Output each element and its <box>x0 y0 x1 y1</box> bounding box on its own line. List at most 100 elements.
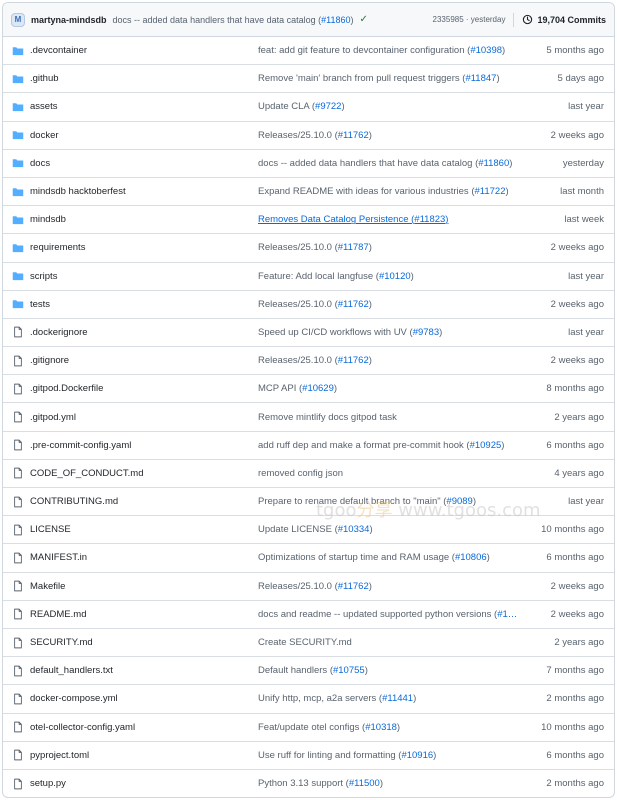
pr-link[interactable]: #10916 <box>401 750 433 761</box>
file-name-link[interactable]: pyproject.toml <box>30 750 89 761</box>
pr-link[interactable]: #10629 <box>302 383 334 394</box>
commit-age[interactable]: last month <box>560 186 604 197</box>
pr-link[interactable]: #11860 <box>478 158 509 169</box>
pr-link[interactable]: #11762 <box>338 299 369 310</box>
pr-link[interactable]: #11762 <box>338 355 369 366</box>
commit-age[interactable]: 2 months ago <box>546 693 604 704</box>
commit-message-link[interactable]: Speed up CI/CD workflows with UV (#9783) <box>258 327 543 338</box>
file-row[interactable]: setup.py Python 3.13 support (#11500) 2 mo… <box>3 770 614 797</box>
file-row[interactable]: MANIFEST.in Optimizations of startup time… <box>3 544 614 573</box>
commit-age[interactable]: 6 months ago <box>546 440 604 451</box>
pr-link[interactable]: #11762 <box>338 581 369 592</box>
file-row[interactable]: CODE_OF_CONDUCT.md removed config json 4 y… <box>3 460 614 488</box>
pr-link[interactable]: #11762 <box>338 130 369 141</box>
commit-age[interactable]: 2 weeks ago <box>551 609 604 620</box>
file-name-link[interactable]: tests <box>30 299 50 310</box>
commit-message-link[interactable]: Releases/25.10.0 (#11762) <box>258 299 543 310</box>
file-name-link[interactable]: .gitignore <box>30 355 69 366</box>
commit-age[interactable]: 4 years ago <box>554 468 604 479</box>
check-icon[interactable]: ✓ <box>360 14 368 25</box>
file-name-link[interactable]: Makefile <box>30 581 65 592</box>
file-name-link[interactable]: .gitpod.yml <box>30 412 76 423</box>
file-name-link[interactable]: setup.py <box>30 778 66 789</box>
commit-message-link[interactable]: Removes Data Catalog Persistence (#11823… <box>258 214 543 225</box>
file-name-link[interactable]: MANIFEST.in <box>30 552 87 563</box>
file-row[interactable]: assets Update CLA (#9722) last year <box>3 93 614 122</box>
file-row[interactable]: tests Releases/25.10.0 (#11762) 2 weeks ag… <box>3 291 614 319</box>
commit-message-link[interactable]: add ruff dep and make a format pre-commi… <box>258 440 543 451</box>
commit-age[interactable]: 10 months ago <box>541 524 604 535</box>
file-name-link[interactable]: assets <box>30 101 57 112</box>
file-row[interactable]: SECURITY.md Create SECURITY.md 2 years ago <box>3 629 614 658</box>
pr-link[interactable]: #1… <box>497 609 517 620</box>
file-name-link[interactable]: mindsdb hacktoberfest <box>30 186 126 197</box>
commit-author[interactable]: martyna-mindsdb <box>31 15 107 25</box>
file-name-link[interactable]: default_handlers.txt <box>30 665 113 676</box>
commit-message-link[interactable]: Use ruff for linting and formatting (#10… <box>258 750 543 761</box>
commit-message-link[interactable]: Remove 'main' branch from pull request t… <box>258 73 543 84</box>
pr-link[interactable]: #10755 <box>333 665 365 676</box>
commit-age[interactable]: 5 months ago <box>546 45 604 56</box>
commit-age[interactable]: 2 months ago <box>546 778 604 789</box>
file-row[interactable]: mindsdb hacktoberfest Expand README with … <box>3 178 614 207</box>
commit-age[interactable]: 2 weeks ago <box>551 130 604 141</box>
file-row[interactable]: pyproject.toml Use ruff for linting and f… <box>3 742 614 770</box>
pr-link[interactable]: #10925 <box>470 440 502 451</box>
commit-age[interactable]: 2 years ago <box>554 637 604 648</box>
file-name-link[interactable]: CONTRIBUTING.md <box>30 496 118 507</box>
pr-link[interactable]: #9783 <box>413 327 439 338</box>
file-row[interactable]: .gitignore Releases/25.10.0 (#11762) 2 wee… <box>3 347 614 376</box>
file-row[interactable]: .devcontainer feat: add git feature to de… <box>3 37 614 66</box>
commit-age[interactable]: 7 months ago <box>546 665 604 676</box>
commit-sha-time[interactable]: 2335985 · yesterday <box>433 15 506 24</box>
file-name-link[interactable]: docs <box>30 158 50 169</box>
pr-link[interactable]: #11722 <box>474 186 505 197</box>
commit-age[interactable]: 2 weeks ago <box>551 355 604 366</box>
file-row[interactable]: .gitpod.yml Remove mintlify docs gitpod t… <box>3 403 614 432</box>
commit-message-link[interactable]: Releases/25.10.0 (#11787) <box>258 242 543 253</box>
pr-link[interactable]: #10334 <box>338 524 370 535</box>
pr-link[interactable]: #10806 <box>455 552 487 563</box>
pr-link[interactable]: #11441 <box>382 693 413 704</box>
file-row[interactable]: README.md docs and readme -- updated supp… <box>3 601 614 629</box>
commit-message-link[interactable]: Releases/25.10.0 (#11762) <box>258 355 543 366</box>
file-row[interactable]: LICENSE Update LICENSE (#10334) 10 months … <box>3 516 614 545</box>
file-row[interactable]: default_handlers.txt Default handlers (#1… <box>3 657 614 686</box>
file-row[interactable]: .gitpod.Dockerfile MCP API (#10629) 8 mont… <box>3 375 614 404</box>
commit-age[interactable]: 6 months ago <box>546 750 604 761</box>
file-name-link[interactable]: LICENSE <box>30 524 71 535</box>
file-row[interactable]: otel-collector-config.yaml Feat/update ot… <box>3 714 614 742</box>
file-name-link[interactable]: otel-collector-config.yaml <box>30 722 135 733</box>
pr-link[interactable]: #11823 <box>414 214 445 225</box>
pr-link[interactable]: #10318 <box>365 722 397 733</box>
pr-link[interactable]: #10120 <box>379 271 411 282</box>
commit-age[interactable]: 8 months ago <box>546 383 604 394</box>
commit-message-link[interactable]: Feat/update otel configs (#10318) <box>258 722 543 733</box>
commit-age[interactable]: 2 weeks ago <box>551 299 604 310</box>
file-name-link[interactable]: .dockerignore <box>30 327 88 338</box>
file-name-link[interactable]: scripts <box>30 271 57 282</box>
file-row[interactable]: Makefile Releases/25.10.0 (#11762) 2 weeks… <box>3 573 614 601</box>
file-name-link[interactable]: mindsdb <box>30 214 66 225</box>
file-name-link[interactable]: .pre-commit-config.yaml <box>30 440 131 451</box>
latest-commit-pr-link[interactable]: #11860 <box>321 15 350 25</box>
commit-age[interactable]: 2 weeks ago <box>551 242 604 253</box>
commit-age[interactable]: 10 months ago <box>541 722 604 733</box>
pr-link[interactable]: #9722 <box>315 101 341 112</box>
pr-link[interactable]: #11847 <box>465 73 496 84</box>
commit-message-link[interactable]: Create SECURITY.md <box>258 637 543 648</box>
commit-message-link[interactable]: Prepare to rename default branch to "mai… <box>258 496 543 507</box>
commit-age[interactable]: last year <box>568 327 604 338</box>
commit-age[interactable]: 2 weeks ago <box>551 581 604 592</box>
file-row[interactable]: scripts Feature: Add local langfuse (#101… <box>3 263 614 291</box>
commit-age[interactable]: 6 months ago <box>546 552 604 563</box>
commits-link[interactable]: 19,704 Commits <box>522 14 606 25</box>
file-row[interactable]: docker-compose.yml Unify http, mcp, a2a s… <box>3 685 614 714</box>
commit-message-link[interactable]: docs and readme -- updated supported pyt… <box>258 609 543 620</box>
pr-link[interactable]: #9089 <box>446 496 472 507</box>
commit-message-link[interactable]: Expand README with ideas for various ind… <box>258 186 543 197</box>
commit-message-link[interactable]: Feature: Add local langfuse (#10120) <box>258 271 543 282</box>
author-avatar[interactable]: M <box>11 12 25 27</box>
file-name-link[interactable]: README.md <box>30 609 86 620</box>
commit-age[interactable]: yesterday <box>563 158 604 169</box>
